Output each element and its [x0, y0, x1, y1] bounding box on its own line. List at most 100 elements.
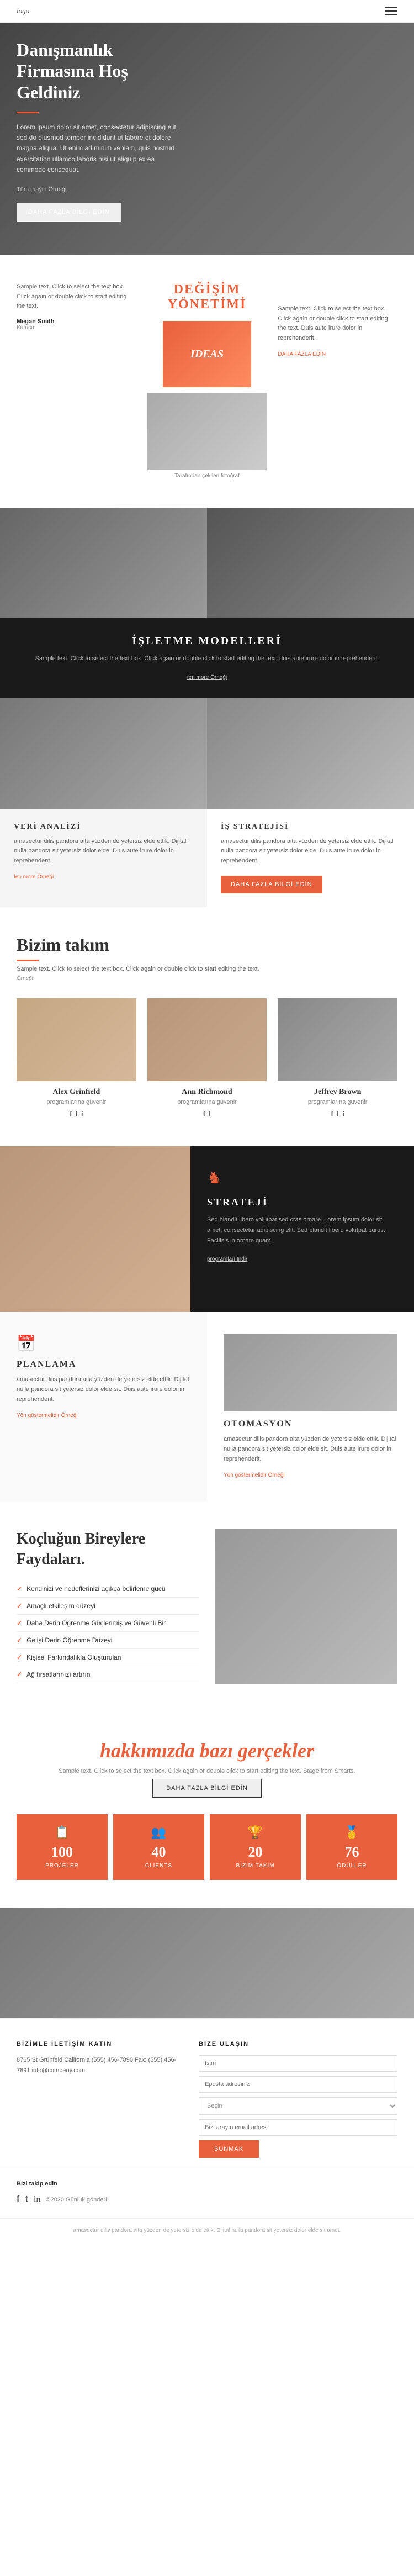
- benefits-right: [215, 1529, 397, 1684]
- strateji-link[interactable]: programları İndir: [207, 1256, 247, 1262]
- jeffrey-instagram-icon[interactable]: 𝐢: [342, 1110, 344, 1119]
- is-body: amasectur dilis pandora aita yüzden de y…: [221, 837, 400, 866]
- planlama-icon: 📅: [17, 1334, 190, 1353]
- hero-content: Danışmanlık Firmasına Hoş Geldiniz Lorem…: [17, 39, 182, 222]
- hero-divider: [17, 112, 39, 113]
- ann-facebook-icon[interactable]: 𝐟: [203, 1110, 205, 1119]
- team-icon: 🏆: [215, 1825, 295, 1840]
- projects-label: PROJELER: [22, 1863, 102, 1869]
- copyright-text: amasectur dilis pandora aita yüzden de y…: [9, 2227, 405, 2233]
- strateji-photo-col: [0, 1146, 190, 1312]
- is-cta-button[interactable]: DAHA FAZLA BİLGİ EDİN: [221, 876, 322, 893]
- logo: logo: [17, 7, 29, 15]
- ann-twitter-icon[interactable]: 𝐭: [209, 1110, 211, 1119]
- hero-section: Danışmanlık Firmasına Hoş Geldiniz Lorem…: [0, 23, 414, 255]
- hero-cta-button[interactable]: DAHA FAZLA BİLGİ EDİN: [17, 203, 121, 222]
- team-label: BİZİM TAKIM: [215, 1863, 295, 1869]
- jeffrey-twitter-icon[interactable]: 𝐭: [337, 1110, 339, 1119]
- benefits-list: Kendinizi ve hedeflerinizi açıkça belirl…: [17, 1581, 199, 1683]
- facts-section: hakkımızda bazı gerçekler Sample text. C…: [0, 1711, 414, 1908]
- menu-icon[interactable]: [385, 7, 397, 15]
- otomasyon-title: OTOMASYON: [224, 1419, 397, 1429]
- awards-label: ÖDÜLLER: [312, 1863, 392, 1869]
- team-card-ann: Ann Richmond programlarına güvenir 𝐟 𝐭: [147, 998, 267, 1119]
- benefit-item-4: Kişisel Farkındalıkla Oluşturulan: [17, 1649, 199, 1666]
- footer-submit-button[interactable]: SUNMAK: [199, 2140, 259, 2158]
- strateji-photo: [0, 1146, 190, 1312]
- benefit-item-5: Ağ fırsatlarınızı artırın: [17, 1666, 199, 1683]
- navigation: logo: [0, 0, 414, 23]
- footer-message-input[interactable]: [199, 2119, 397, 2136]
- business-center-box: İŞLETME MODELLERİ Sample text. Click to …: [0, 618, 414, 698]
- ann-role: programlarına güvenir: [147, 1099, 267, 1105]
- business-photo-right: [207, 508, 414, 618]
- benefits-title: Koçluğun Bireylere Faydaları.: [17, 1529, 199, 1569]
- alex-social: 𝐟 𝐭 𝐢: [17, 1110, 136, 1119]
- ann-name: Ann Richmond: [147, 1088, 267, 1097]
- strateji-icon: ♞: [207, 1168, 397, 1188]
- footer-facebook-icon[interactable]: 𝐟: [17, 2195, 20, 2205]
- is-title: İŞ STRATEJİSİ: [221, 823, 400, 831]
- plan-auto-section: 📅 PLANLAMA amasectur dilis pandora aita …: [0, 1312, 414, 1502]
- business-photos: [0, 508, 414, 618]
- otomasyon-link[interactable]: Yön göstermelidir Örneği: [224, 1472, 285, 1478]
- team-link[interactable]: Örneği: [17, 976, 397, 982]
- footer-twitter-icon[interactable]: 𝐭: [25, 2195, 28, 2205]
- jeffrey-role: programlarına güvenir: [278, 1099, 397, 1105]
- team-cards: Alex Grinfield programlarına güvenir 𝐟 𝐭…: [17, 998, 397, 1119]
- veri-title: VERİ ANALİZİ: [14, 823, 193, 831]
- jeffrey-facebook-icon[interactable]: 𝐟: [331, 1110, 333, 1119]
- business-link[interactable]: fen more Örneği: [187, 675, 227, 681]
- veri-body: amasectur dilis pandora aita yüzden de y…: [14, 837, 193, 866]
- team-card-alex: Alex Grinfield programlarına güvenir 𝐟 𝐭…: [17, 998, 136, 1119]
- ideas-box: IDEAS: [163, 321, 251, 387]
- team-card-jeffrey: Jeffrey Brown programlarına güvenir 𝐟 𝐭 …: [278, 998, 397, 1119]
- clients-icon: 👥: [119, 1825, 199, 1840]
- is-col: İŞ STRATEJİSİ amasectur dilis pandora ai…: [207, 698, 414, 908]
- otomasyon-photo: [224, 1334, 397, 1411]
- benefits-left: Koçluğun Bireylere Faydaları. Kendinizi …: [17, 1529, 199, 1684]
- awards-icon: 🥇: [312, 1825, 392, 1840]
- footer-address: 8765 St Grünfeld California (555) 456-78…: [17, 2055, 182, 2075]
- footer-social-icons: 𝐟 𝐭 in ©2020 Günlük gönderi: [17, 2195, 397, 2205]
- hero-title: Danışmanlık Firmasına Hoş Geldiniz: [17, 39, 182, 103]
- facts-btn[interactable]: DAHA FAZLA BİLGİ EDİN: [152, 1779, 262, 1798]
- facts-cards: 📋 100 PROJELER 👥 40 CLIENTS 🏆 20 BİZİM T…: [17, 1814, 397, 1880]
- hero-body: Lorem ipsum dolor sit amet, consectetur …: [17, 122, 182, 175]
- degisim-right-text: Sample text. Click to select the text bo…: [278, 304, 397, 343]
- hero-link[interactable]: Tüm mayin Örneği: [17, 186, 66, 193]
- degisim-center: DEĞİŞİM YÖNETİMİ IDEAS Tarafından çekile…: [147, 282, 267, 480]
- degisim-read-more[interactable]: DAHA FAZLA EDİN: [278, 351, 326, 357]
- benefit-item-1: Amaçlı etkileşim düzeyi: [17, 1598, 199, 1615]
- otomasyon-body: amasectur dilis pandora aita yüzden de y…: [224, 1435, 397, 1464]
- footer-name-input[interactable]: [199, 2055, 397, 2072]
- clients-label: CLIENTS: [119, 1863, 199, 1869]
- business-photo-left: [0, 508, 207, 618]
- alex-name: Alex Grinfield: [17, 1088, 136, 1097]
- benefit-item-2: Daha Derin Öğrenme Güçlenmiş ve Güvenli …: [17, 1615, 199, 1632]
- strateji-section: ♞ STRATEJİ Sed blandit libero volutpat s…: [0, 1146, 414, 1312]
- alex-twitter-icon[interactable]: 𝐭: [76, 1110, 78, 1119]
- footer-form-title: BIZE ULAŞIN: [199, 2041, 397, 2047]
- footer-email-input[interactable]: [199, 2076, 397, 2093]
- alex-role: programlarına güvenir: [17, 1099, 136, 1105]
- author-title: Kurucu: [17, 325, 136, 331]
- planlama-body: amasectur dilis pandora aita yüzden de y…: [17, 1375, 190, 1404]
- footer-select[interactable]: Seçin: [199, 2097, 397, 2115]
- veri-link[interactable]: fen more Örneği: [14, 874, 54, 880]
- footer-linkedin-icon[interactable]: in: [34, 2195, 40, 2205]
- veri-photo: [0, 698, 207, 809]
- alex-instagram-icon[interactable]: 𝐢: [81, 1110, 83, 1119]
- planlama-link[interactable]: Yön göstermelidir Örneği: [17, 1413, 78, 1419]
- alex-facebook-icon[interactable]: 𝐟: [70, 1110, 72, 1119]
- team-section: Bizim takım Sample text. Click to select…: [0, 907, 414, 1146]
- facts-card-team: 🏆 20 BİZİM TAKIM: [210, 1814, 301, 1880]
- footer-social-title: Bizi takip edin: [17, 2180, 57, 2187]
- footer-copyright: amasectur dilis pandora aita yüzden de y…: [0, 2218, 414, 2242]
- planlama-col: 📅 PLANLAMA amasectur dilis pandora aita …: [0, 1312, 207, 1502]
- projects-num: 100: [22, 1844, 102, 1861]
- team-num: 20: [215, 1844, 295, 1861]
- degisim-section: Sample text. Click to select the text bo…: [0, 255, 414, 508]
- degisim-right: Sample text. Click to select the text bo…: [278, 282, 397, 359]
- is-photo: [207, 698, 414, 809]
